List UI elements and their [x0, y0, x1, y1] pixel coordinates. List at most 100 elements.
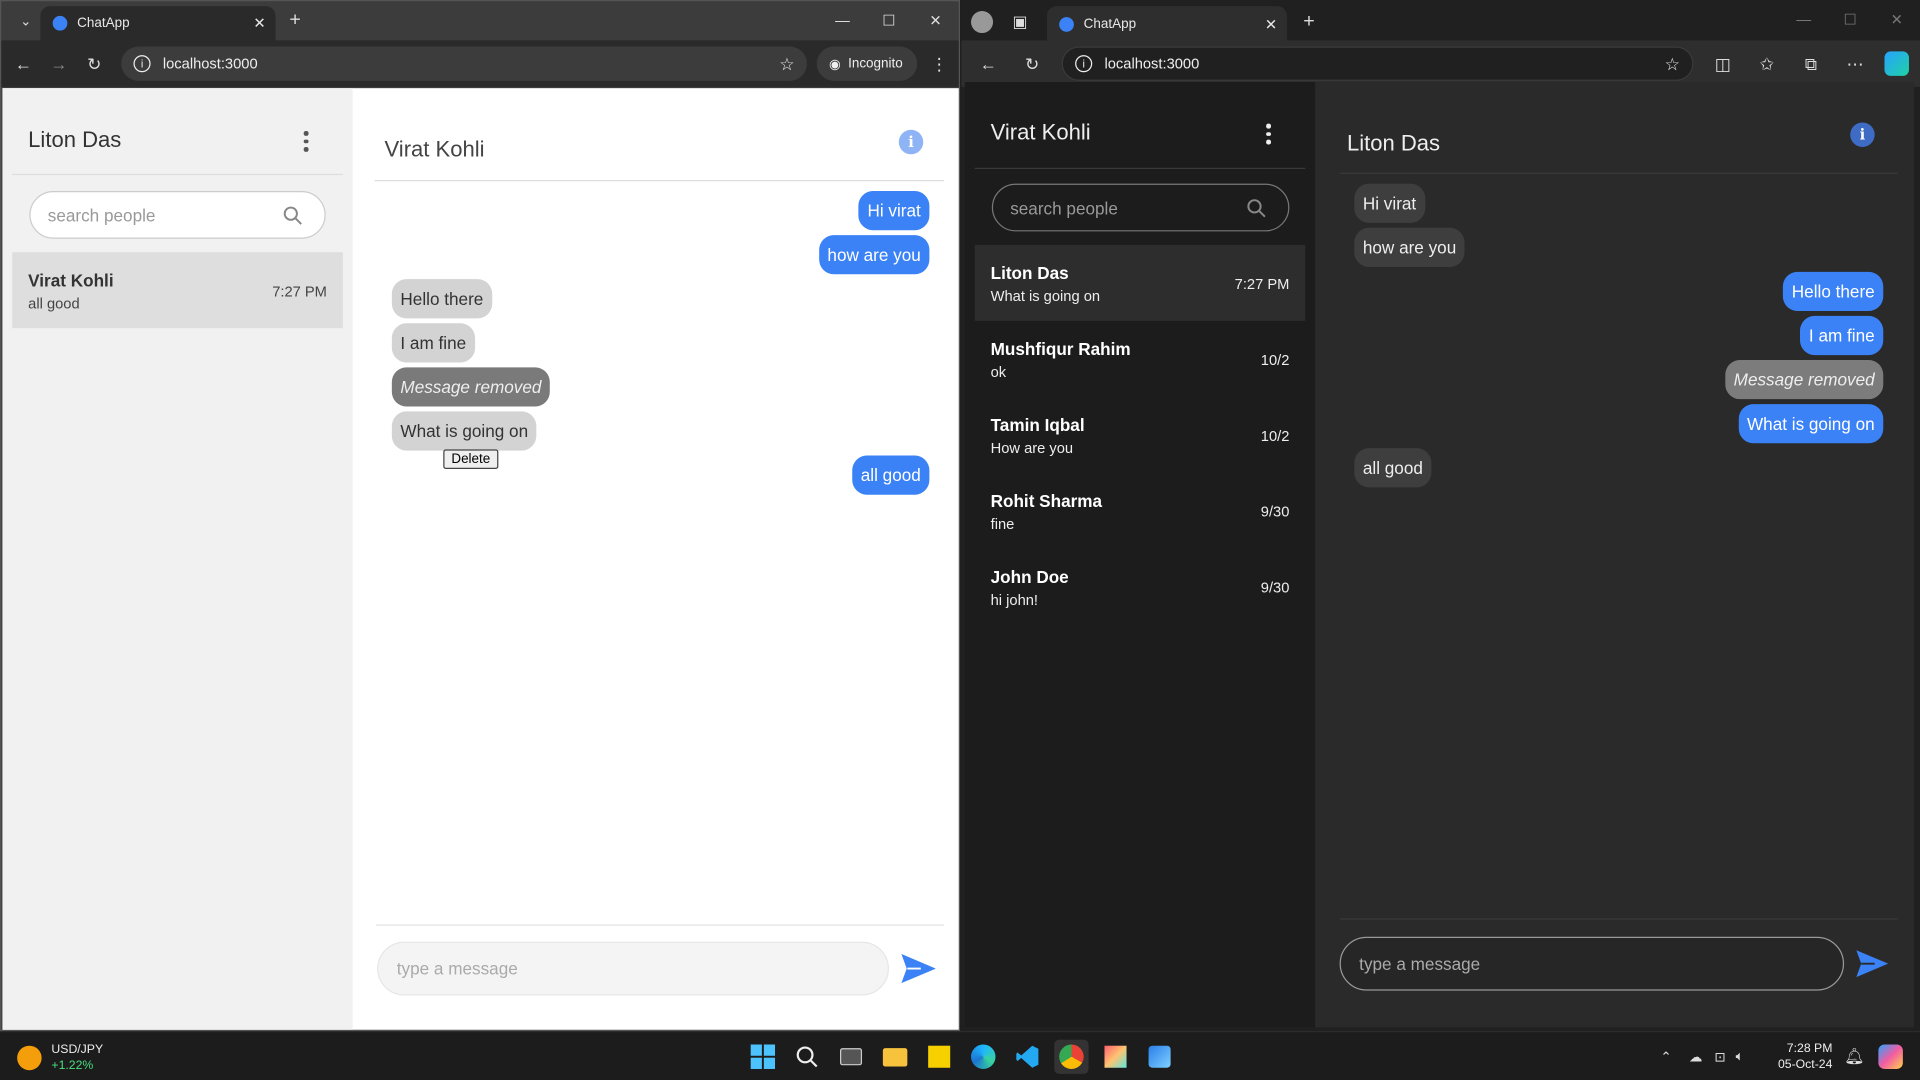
tab-search-chevron-icon[interactable]: ⌄ — [9, 4, 43, 38]
message-bubble-sent[interactable]: Hi virat — [858, 191, 930, 231]
message-input[interactable]: type a message — [377, 941, 889, 996]
favorites-icon[interactable]: ✩ — [1750, 47, 1784, 81]
send-icon[interactable] — [1855, 949, 1889, 978]
message-bubble-received[interactable]: Hi virat — [1354, 183, 1425, 223]
site-info-icon[interactable]: i — [133, 55, 151, 73]
sticky-notes-icon[interactable] — [922, 1040, 956, 1074]
conversation-time: 10/2 — [1260, 351, 1290, 369]
chat-header-divider — [374, 180, 945, 182]
browser-tab[interactable]: ChatApp ✕ — [1046, 6, 1287, 43]
address-bar[interactable]: i localhost:3000 ☆ — [121, 46, 807, 81]
task-view-icon[interactable] — [834, 1040, 868, 1074]
search-placeholder: search people — [47, 205, 156, 225]
message-bubble-sent[interactable]: how are you — [818, 235, 930, 275]
conversation-item[interactable]: Liton Das What is going on 7:27 PM — [974, 244, 1306, 321]
sidebar-menu-icon[interactable] — [1265, 123, 1272, 144]
composer-divider — [1339, 918, 1898, 920]
settings-more-icon[interactable]: ⋯ — [1838, 47, 1872, 81]
message-bubble-sent[interactable]: all good — [852, 455, 930, 495]
message-input[interactable]: type a message — [1339, 936, 1845, 991]
tab-close-icon[interactable]: ✕ — [1265, 16, 1277, 33]
paint-icon[interactable] — [1142, 1040, 1176, 1074]
maximize-icon[interactable]: ☐ — [1827, 0, 1874, 39]
message-bubble-sent[interactable]: What is going on — [1738, 404, 1884, 444]
message-bubble-sent[interactable]: I am fine — [1800, 315, 1884, 356]
conversation-name: Liton Das — [990, 263, 1069, 283]
close-window-icon[interactable]: ✕ — [1873, 0, 1920, 39]
contact-info-icon[interactable]: i — [898, 129, 924, 155]
search-icon[interactable] — [1247, 198, 1267, 218]
copilot-icon[interactable] — [1884, 51, 1909, 76]
message-bubble-received[interactable]: all good — [1354, 448, 1432, 488]
window-controls: — ☐ ✕ — [819, 1, 959, 40]
market-widget[interactable]: USD/JPY +1.22% — [17, 1042, 103, 1074]
tab-close-icon[interactable]: ✕ — [253, 15, 265, 32]
reload-icon[interactable]: ↻ — [1015, 47, 1049, 81]
new-tab-icon[interactable]: + — [278, 4, 312, 38]
message-bubble-received[interactable]: I am fine — [391, 323, 475, 363]
new-tab-icon[interactable]: + — [1292, 5, 1326, 39]
divider — [974, 167, 1306, 169]
sidebar: Virat Kohli search people Liton Das What… — [964, 82, 1316, 1028]
volume-icon[interactable]: 🔈︎ — [1736, 1049, 1744, 1065]
message-bubble-received[interactable]: how are you — [1354, 227, 1465, 267]
right-browser-window: ▣ ChatApp ✕ + — ☐ ✕ ← ↻ i localhost:3000… — [961, 0, 1920, 1032]
browser-toolbar: ← ↻ i localhost:3000 ☆ ◫ ✩ ⧉ ⋯ — [961, 40, 1920, 87]
current-user-name: Liton Das — [28, 127, 122, 152]
search-icon[interactable] — [283, 205, 303, 225]
delete-message-button[interactable]: Delete — [443, 449, 499, 469]
minimize-icon[interactable]: — — [1780, 0, 1827, 39]
vscode-icon[interactable] — [1010, 1040, 1044, 1074]
message-bubble-received[interactable]: Hello there — [391, 279, 492, 319]
reload-icon[interactable]: ↻ — [77, 47, 111, 81]
maximize-icon[interactable]: ☐ — [866, 1, 913, 40]
favorite-star-icon[interactable]: ☆ — [1665, 53, 1680, 74]
split-screen-icon[interactable]: ◫ — [1706, 47, 1740, 81]
browser-menu-icon[interactable]: ⋮ — [922, 47, 956, 81]
conversation-item[interactable]: Mushfiqur Rahim ok 10/2 — [975, 321, 1306, 397]
conversation-item[interactable]: Rohit Sharma fine 9/30 — [975, 473, 1306, 549]
message-bubble-sent[interactable]: Hello there — [1783, 271, 1884, 312]
url-text: localhost:3000 — [1104, 55, 1200, 73]
site-info-icon[interactable]: i — [1075, 55, 1093, 73]
show-hidden-icons-chevron-icon[interactable]: ⌃ — [1660, 1049, 1671, 1065]
chrome-icon[interactable] — [1054, 1039, 1089, 1074]
message-bubble-received[interactable]: What is going on — [391, 411, 537, 451]
minimize-icon[interactable]: — — [819, 1, 866, 40]
back-icon[interactable]: ← — [6, 47, 40, 81]
url-text: localhost:3000 — [162, 55, 258, 73]
conversation-item[interactable]: John Doe hi john! 9/30 — [975, 549, 1306, 625]
onedrive-icon[interactable]: ☁ — [1689, 1049, 1702, 1065]
back-icon[interactable]: ← — [971, 47, 1005, 81]
file-explorer-icon[interactable] — [878, 1040, 912, 1074]
windows-start-icon[interactable] — [746, 1040, 780, 1074]
conversation-last-message: What is going on — [990, 287, 1101, 305]
close-window-icon[interactable]: ✕ — [912, 1, 959, 40]
conversation-item[interactable]: Virat Kohli all good 7:27 PM — [12, 252, 343, 329]
conversation-item[interactable]: Tamin Iqbal How are you 10/2 — [975, 397, 1306, 473]
browser-tab[interactable]: ChatApp ✕ — [40, 6, 276, 41]
send-icon[interactable] — [901, 953, 936, 984]
address-bar[interactable]: i localhost:3000 ☆ — [1061, 46, 1694, 81]
search-input[interactable]: search people — [991, 183, 1290, 232]
clock[interactable]: 7:28 PM 05-Oct-24 — [1778, 1041, 1832, 1073]
edge-icon[interactable] — [966, 1040, 1000, 1074]
profile-avatar-icon[interactable] — [971, 11, 994, 34]
contact-info-icon[interactable]: i — [1850, 122, 1875, 147]
sidebar-menu-icon[interactable] — [302, 131, 309, 152]
copilot-taskbar-icon[interactable] — [1878, 1044, 1903, 1069]
network-icon[interactable]: ⊡ — [1715, 1049, 1726, 1065]
bookmark-star-icon[interactable]: ☆ — [779, 53, 794, 74]
workspaces-icon[interactable]: ▣ — [1003, 5, 1037, 39]
snipping-tool-icon[interactable] — [1098, 1040, 1132, 1074]
collections-icon[interactable]: ⧉ — [1794, 47, 1828, 81]
incognito-badge[interactable]: ◉ Incognito — [816, 46, 918, 81]
search-icon[interactable] — [790, 1040, 824, 1074]
conversation-last-message: fine — [990, 515, 1015, 533]
search-placeholder: search people — [1010, 197, 1118, 218]
forward-icon[interactable]: → — [42, 47, 76, 81]
conversation-name: John Doe — [990, 566, 1069, 587]
notifications-bell-icon[interactable]: 🔔︎ — [1844, 1047, 1864, 1067]
conversation-time: 9/30 — [1260, 579, 1290, 597]
search-input[interactable]: search people — [29, 191, 326, 239]
